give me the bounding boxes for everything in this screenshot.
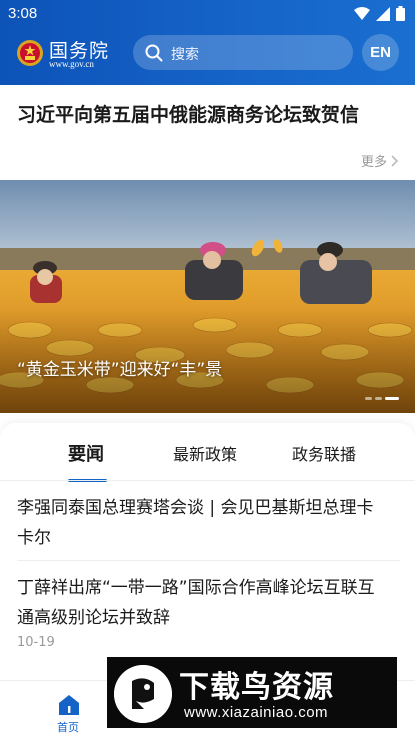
tab-headlines[interactable]: 要闻 bbox=[68, 440, 104, 466]
wifi-icon bbox=[354, 6, 370, 20]
chevron-right-icon bbox=[391, 154, 399, 167]
carousel-dot-active bbox=[385, 397, 399, 400]
banner-caption: “黄金玉米带”迎来好“丰”景 bbox=[17, 360, 223, 380]
news-divider bbox=[17, 560, 400, 561]
home-icon bbox=[59, 695, 79, 715]
watermark-overlay: 下载鸟资源 www.xiazainiao.com bbox=[107, 657, 397, 728]
status-bar: 3:08 bbox=[0, 0, 415, 28]
search-input[interactable]: 搜索 bbox=[133, 35, 353, 70]
bird-logo-icon bbox=[114, 665, 172, 723]
nav-home[interactable] bbox=[52, 693, 86, 721]
signal-icon bbox=[376, 6, 390, 21]
news-title-line: 通高级别论坛并致辞 bbox=[17, 608, 170, 628]
news-title-line: 丁薛祥出席“一带一路”国际合作高峰论坛互联互 bbox=[17, 578, 375, 598]
carousel-dot bbox=[375, 397, 382, 400]
search-icon bbox=[145, 44, 163, 62]
tab-latest-policies[interactable]: 最新政策 bbox=[173, 441, 237, 465]
more-link[interactable]: 更多 bbox=[361, 151, 399, 170]
news-title-line: 李强同泰国总理赛塔会谈 | 会见巴基斯坦总理卡 bbox=[17, 498, 374, 518]
carousel-indicator bbox=[365, 397, 399, 400]
hero-banner[interactable]: “黄金玉米带”迎来好“丰”景 bbox=[0, 180, 415, 413]
news-item[interactable]: 丁薛祥出席“一带一路”国际合作高峰论坛互联互 通高级别论坛并致辞 bbox=[17, 573, 402, 633]
battery-icon bbox=[396, 6, 405, 21]
tab-government-broadcast[interactable]: 政务联播 bbox=[292, 441, 356, 465]
more-label: 更多 bbox=[360, 155, 387, 170]
nav-home-label: 首页 bbox=[57, 721, 79, 734]
carousel-dot bbox=[365, 397, 372, 400]
brand-url: www.gov.cn bbox=[49, 59, 94, 69]
national-emblem-icon bbox=[17, 40, 43, 66]
tab-divider bbox=[0, 480, 415, 481]
watermark-title: 下载鸟资源 bbox=[179, 670, 334, 705]
news-tabs: 要闻 最新政策 政务联播 bbox=[0, 440, 415, 482]
news-title-line: 卡尔 bbox=[17, 528, 51, 548]
app-header: 3:08 国务院 www.gov.cn 搜索 EN bbox=[0, 0, 415, 85]
status-icons bbox=[354, 6, 405, 21]
english-toggle-button[interactable]: EN bbox=[362, 34, 399, 71]
watermark-url: www.xiazainiao.com bbox=[184, 704, 329, 721]
news-item[interactable]: 李强同泰国总理赛塔会谈 | 会见巴基斯坦总理卡 卡尔 bbox=[17, 493, 402, 553]
status-time: 3:08 bbox=[8, 5, 38, 22]
news-date: 10-19 bbox=[17, 635, 55, 650]
search-placeholder: 搜索 bbox=[171, 47, 199, 63]
top-headline[interactable]: 习近平向第五届中俄能源商务论坛致贺信 bbox=[17, 100, 359, 127]
